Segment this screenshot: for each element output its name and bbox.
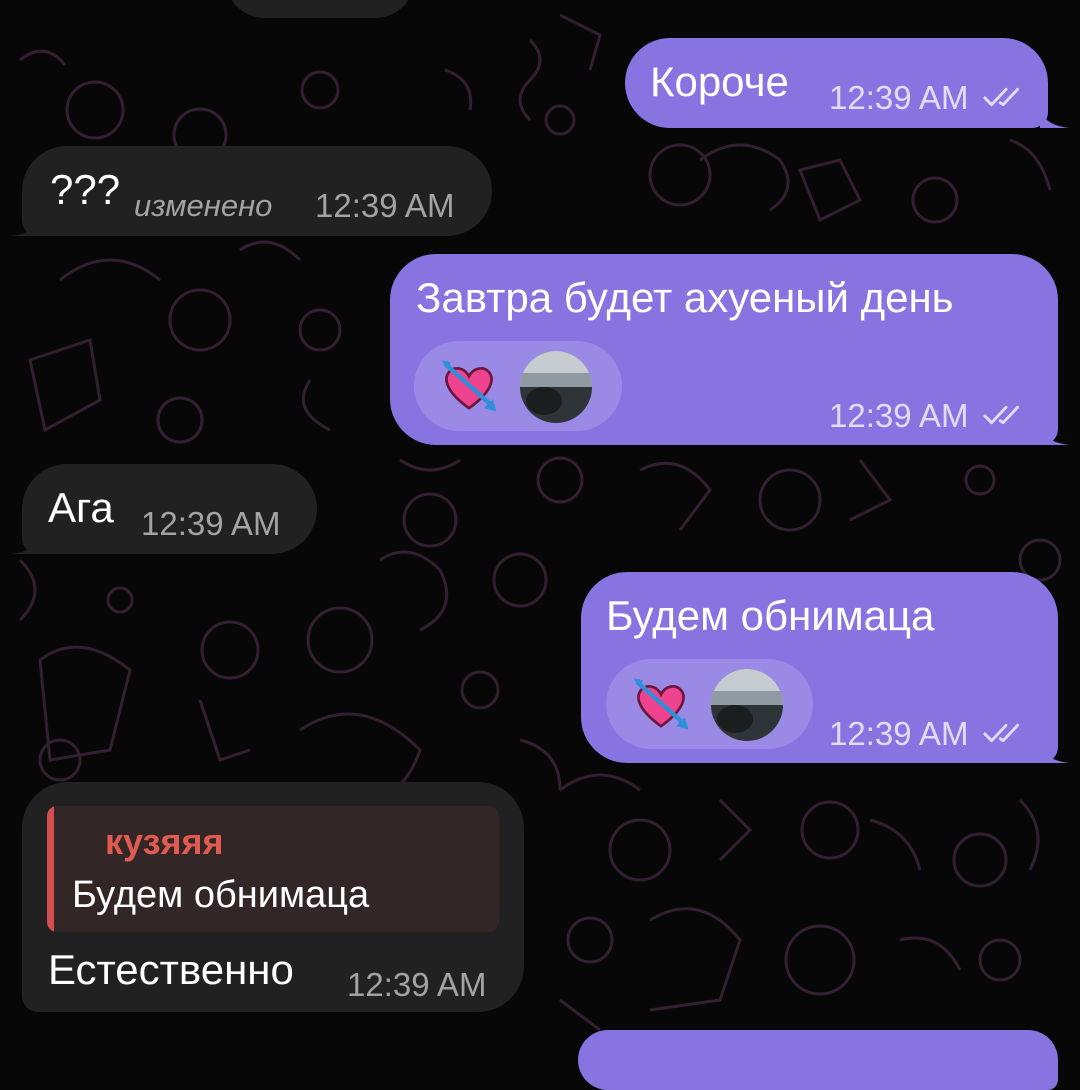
heart-with-arrow-icon: [633, 678, 689, 730]
read-checkmarks-icon: [983, 87, 1019, 107]
message-time: 12:39 AM: [829, 79, 969, 116]
message-time: 12:39 AM: [141, 505, 281, 542]
message-time: 12:39 AM: [347, 966, 487, 1003]
reply-quoted-text: Будем обнимаца: [72, 874, 370, 916]
message-bubble-partial[interactable]: [578, 1030, 1058, 1090]
bubble-tail: [1040, 110, 1070, 128]
message-text: Короче: [650, 58, 789, 105]
bubble-tail: [1040, 745, 1070, 763]
message-text: Естественно: [48, 946, 294, 993]
message-bubble-outgoing[interactable]: Будем обнимаца 12:39 AM: [581, 572, 1058, 763]
reply-author-name: кузяяя: [105, 821, 224, 862]
read-checkmarks-icon: [983, 723, 1019, 743]
message-bubble-outgoing[interactable]: Короче 12:39 AM: [625, 38, 1048, 128]
message-text: Будем обнимаца: [606, 592, 935, 639]
message-text: Завтра будет ахуеный день: [416, 274, 954, 321]
reply-quote-bar: [47, 806, 54, 932]
message-text: ???: [50, 166, 121, 213]
message-bubble-outgoing[interactable]: Завтра будет ахуеный день 12:39 AM: [390, 254, 1058, 445]
bubble-tail: [10, 218, 40, 236]
reaction-chip[interactable]: [606, 659, 813, 749]
heart-with-arrow-icon: [441, 360, 497, 412]
user-avatar: [711, 669, 783, 741]
read-checkmarks-icon: [983, 405, 1019, 425]
user-avatar: [520, 351, 592, 423]
message-time: 12:39 AM: [829, 715, 969, 752]
message-bubble-partial[interactable]: [225, 0, 415, 18]
bubble-tail: [1040, 427, 1070, 445]
message-bubble-incoming[interactable]: Ага 12:39 AM: [22, 464, 317, 554]
bubble-tail: [10, 536, 40, 554]
reaction-chip[interactable]: [414, 341, 622, 431]
message-bubble-incoming[interactable]: ??? изменено 12:39 AM: [22, 146, 492, 236]
edited-label: изменено: [134, 188, 273, 223]
message-bubble-incoming-reply[interactable]: кузяяя Будем обнимаца Естественно 12:39 …: [22, 782, 524, 1012]
message-time: 12:39 AM: [315, 187, 455, 224]
reply-quote[interactable]: кузяяя Будем обнимаца: [47, 806, 499, 932]
message-text: Ага: [48, 484, 114, 531]
message-time: 12:39 AM: [829, 397, 969, 434]
